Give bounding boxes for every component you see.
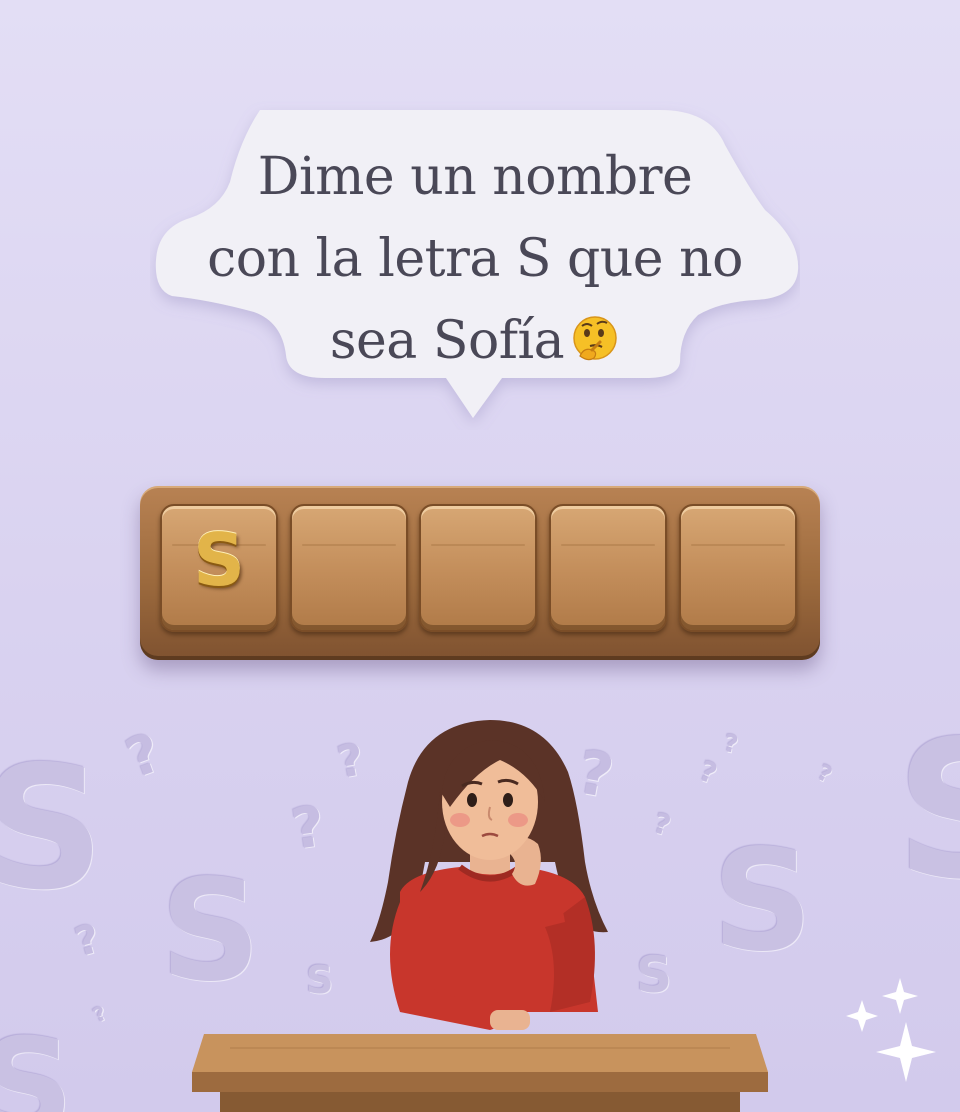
bg-question-mark: ? bbox=[118, 720, 170, 791]
wooden-desk bbox=[192, 1034, 768, 1112]
letter-tile-4 bbox=[549, 504, 667, 632]
thinking-face-icon bbox=[573, 316, 617, 361]
bubble-line-2: con la letra S que no bbox=[207, 229, 743, 289]
bg-letter-s-right: S bbox=[712, 820, 813, 983]
speech-bubble: Dime un nombre con la letra S que no sea… bbox=[150, 100, 800, 430]
scene: S S S S S S S ? ? ? ? ? ? ? ? ? ? Dime u… bbox=[0, 0, 960, 1112]
thinking-girl-illustration bbox=[370, 720, 608, 1030]
letter-tile-5 bbox=[679, 504, 797, 632]
tile-letter: S bbox=[193, 518, 245, 602]
bg-question-mark: ? bbox=[89, 1000, 111, 1028]
bg-letter-s-small-2: S bbox=[636, 946, 673, 1004]
bg-letter-s-bottom-left: S bbox=[0, 1010, 74, 1112]
bg-question-mark: ? bbox=[694, 754, 722, 791]
letter-tile-1: S bbox=[160, 504, 278, 632]
bg-question-mark: ? bbox=[813, 760, 836, 789]
bubble-line-3-text: sea Sofía bbox=[329, 311, 565, 371]
bg-letter-s-far-right: S bbox=[895, 700, 960, 921]
bg-question-mark: ? bbox=[287, 794, 329, 863]
letter-tile-3 bbox=[419, 504, 537, 632]
bg-letter-s-small-1: S bbox=[306, 958, 334, 1002]
bg-question-mark: ? bbox=[650, 806, 675, 843]
letter-board: S bbox=[140, 486, 820, 660]
bubble-text: Dime un nombre con la letra S que no sea… bbox=[150, 136, 800, 382]
bubble-line-1: Dime un nombre bbox=[257, 147, 693, 207]
bg-question-mark: ? bbox=[721, 729, 741, 759]
bg-letter-s-mid-left: S bbox=[160, 850, 261, 1013]
letter-tile-2 bbox=[290, 504, 408, 632]
bubble-line-3: sea Sofía bbox=[150, 300, 800, 382]
sparkle-icon bbox=[846, 978, 936, 1082]
bg-letter-s-left: S bbox=[0, 730, 105, 928]
